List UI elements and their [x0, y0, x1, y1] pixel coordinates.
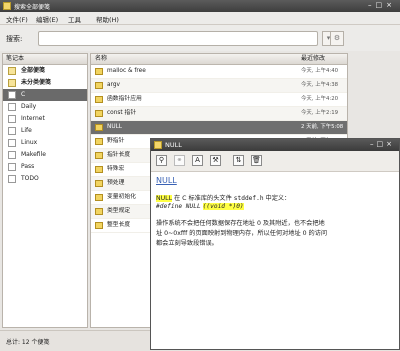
notebook-list: 笔记本 全部便笺 未分类便笺 C Daily Internet Life Lin…	[2, 53, 88, 328]
notebook-icon	[8, 163, 16, 171]
note-row[interactable]: 函数指针应用 今天, 上午4:20	[91, 93, 347, 107]
notebook-item-makefile[interactable]: Makefile	[3, 149, 87, 161]
notebook-item-linux[interactable]: Linux	[3, 137, 87, 149]
stack-icon	[8, 67, 16, 75]
note-paragraph-3: 都会立刻导致段错误。	[156, 240, 218, 247]
menu-bar: 文件(F) 编辑(E) 工具 帮助(H)	[0, 12, 400, 25]
notebook-item-pass[interactable]: Pass	[3, 161, 87, 173]
notebook-icon	[8, 127, 16, 135]
highlighted-null: NULL	[156, 195, 173, 202]
notebook-icon	[8, 115, 16, 123]
note-icon	[95, 208, 103, 215]
note-icon	[95, 222, 103, 229]
notebook-item-life[interactable]: Life	[3, 125, 87, 137]
notebook-icon	[8, 139, 16, 147]
note-paragraph-2: 址 0~0xfff 的页面映射到物理内存，所以任何对地址 0 的访问	[156, 230, 328, 237]
menu-tools[interactable]: 工具	[68, 14, 81, 24]
note-row[interactable]: argv 今天, 上午4:38	[91, 79, 347, 93]
window-controls[interactable]: –□×	[368, 1, 396, 9]
tools-icon[interactable]: ⚒	[210, 155, 221, 166]
note-icon	[95, 152, 103, 159]
note-icon	[95, 166, 103, 173]
note-line-define: #define NULL ((void *)0)	[156, 203, 244, 210]
notebook-icon	[8, 151, 16, 159]
sync-icon[interactable]: ⇅	[233, 155, 244, 166]
notebook-item-unfiled[interactable]: 未分类便笺	[3, 77, 87, 89]
note-app-icon	[154, 141, 162, 149]
note-icon	[95, 194, 103, 201]
note-toolbar: ⚲ ⚭ A ⚒ ⇅ 🗑	[151, 151, 399, 172]
note-row[interactable]: malloc & free 今天, 上午4:40	[91, 65, 347, 79]
link-icon[interactable]: ⚭	[174, 155, 185, 166]
note-row[interactable]: const 指针 今天, 上午2:19	[91, 107, 347, 121]
column-name[interactable]: 名称	[95, 54, 107, 64]
delete-icon[interactable]: 🗑	[251, 155, 262, 166]
app-icon	[3, 2, 11, 10]
note-icon	[95, 82, 103, 89]
title-bar[interactable]: 搜索全部便笺 –□×	[0, 0, 400, 12]
note-icon	[95, 68, 103, 75]
notebook-item-all[interactable]: 全部便笺	[3, 65, 87, 77]
note-title: NULL	[156, 176, 177, 185]
notebook-item-todo[interactable]: TODO	[3, 173, 87, 185]
note-paragraph-1: 操作系统不会把任何数据保存在地址 0 及其附近，也不会把地	[156, 220, 325, 227]
notebook-item-daily[interactable]: Daily	[3, 101, 87, 113]
notebook-icon	[8, 175, 16, 183]
search-input[interactable]	[38, 31, 318, 46]
notebook-icon	[8, 103, 16, 111]
menu-edit[interactable]: 编辑(E)	[36, 14, 58, 24]
notebook-list-header[interactable]: 笔记本	[3, 54, 87, 65]
menu-file[interactable]: 文件(F)	[6, 14, 28, 24]
menu-help[interactable]: 帮助(H)	[96, 14, 119, 24]
notebook-item-c[interactable]: C	[3, 89, 87, 101]
stack-icon	[8, 79, 16, 87]
search-row: 搜索: ▾ ⚙	[0, 25, 400, 51]
note-icon	[95, 180, 103, 187]
note-content[interactable]: NULL NULL 在 C 标准库的头文件 stddef.h 中定义： #def…	[151, 172, 399, 349]
note-icon	[95, 96, 103, 103]
status-text: 总计: 12 个便笺	[6, 339, 50, 346]
search-icon[interactable]: ⚲	[156, 155, 167, 166]
window-title: 搜索全部便笺	[14, 4, 51, 11]
note-row-selected[interactable]: NULL 2 天前, 下午5:08	[91, 121, 347, 135]
note-window: NULL –□× ⚲ ⚭ A ⚒ ⇅ 🗑 NULL NULL 在 C 标准库的头…	[150, 138, 400, 350]
note-line-1: NULL 在 C 标准库的头文件 stddef.h 中定义：	[156, 195, 291, 202]
note-icon	[95, 138, 103, 145]
note-list-header: 名称 最近修改	[91, 54, 347, 65]
note-icon	[95, 124, 103, 131]
note-window-title: NULL	[165, 141, 182, 149]
note-window-controls[interactable]: –□×	[370, 140, 395, 148]
note-icon	[95, 110, 103, 117]
search-label: 搜索:	[6, 35, 23, 43]
text-format-icon[interactable]: A	[192, 155, 203, 166]
notebook-icon	[8, 91, 16, 99]
notebook-item-internet[interactable]: Internet	[3, 113, 87, 125]
note-title-bar[interactable]: NULL –□×	[151, 139, 399, 151]
search-options-button[interactable]: ⚙	[330, 31, 344, 46]
column-modified[interactable]: 最近修改	[301, 54, 325, 64]
